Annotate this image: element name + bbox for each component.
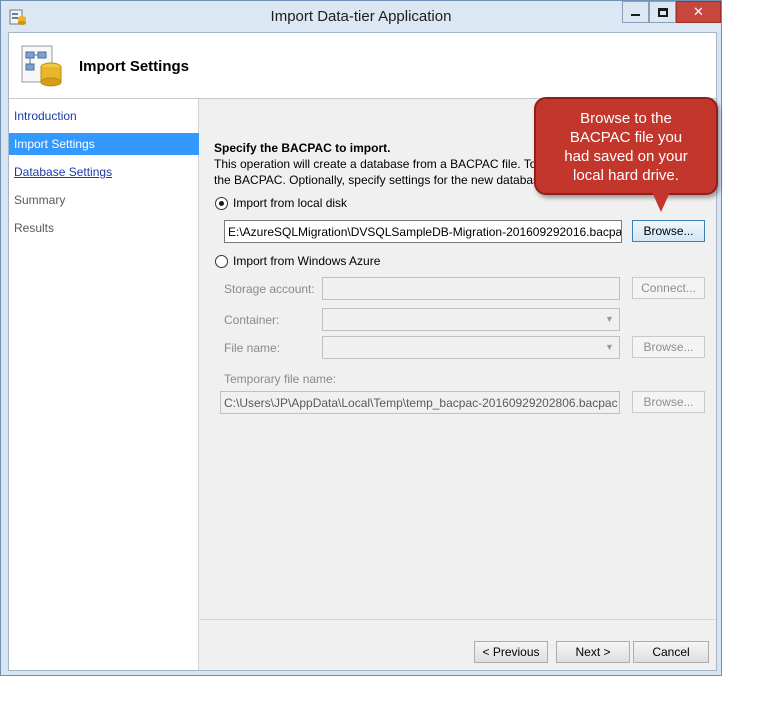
previous-button[interactable]: < Previous: [474, 641, 548, 663]
file-name-select[interactable]: ▼: [322, 336, 620, 359]
local-disk-label[interactable]: Import from local disk: [233, 196, 347, 210]
local-disk-radio[interactable]: [215, 197, 228, 210]
nav-item-database-settings[interactable]: Database Settings: [9, 161, 199, 183]
nav-item-results: Results: [9, 217, 199, 239]
close-button[interactable]: ✕: [676, 1, 721, 23]
callout-text: Browse to the BACPAC file you had saved …: [564, 110, 688, 184]
nav-item-import-settings[interactable]: Import Settings: [9, 133, 199, 155]
description-line-2: the BACPAC. Optionally, specify settings…: [214, 173, 540, 187]
minimize-button[interactable]: [622, 1, 649, 23]
cancel-button[interactable]: Cancel: [633, 641, 709, 663]
callout-pointer: [652, 192, 670, 212]
chevron-down-icon: ▼: [605, 314, 614, 324]
nav-item-label: Results: [14, 221, 55, 235]
container-label: Container:: [224, 313, 280, 327]
torn-edge-bottom: [0, 676, 759, 704]
header-band: Import Settings: [9, 33, 716, 99]
nav-item-label: Introduction: [14, 109, 77, 123]
browse-azure-button[interactable]: Browse...: [632, 336, 705, 358]
browse-local-button[interactable]: Browse...: [632, 220, 705, 242]
nav-item-label: Summary: [14, 193, 66, 207]
temp-file-input[interactable]: C:\Users\JP\AppData\Local\Temp\temp_bacp…: [220, 391, 620, 414]
close-icon: ✕: [693, 4, 704, 19]
azure-label[interactable]: Import from Windows Azure: [233, 254, 380, 268]
window-title: Import Data-tier Application: [270, 8, 452, 25]
connect-button[interactable]: Connect...: [632, 277, 705, 299]
nav-item-summary: Summary: [9, 189, 199, 211]
database-wizard-icon: [21, 45, 62, 87]
browse-temp-button[interactable]: Browse...: [632, 391, 705, 413]
bacpac-path-input[interactable]: E:\AzureSQLMigration\DVSQLSampleDB-Migra…: [224, 220, 622, 243]
torn-edge-right: [722, 0, 759, 704]
minimize-icon: [631, 14, 640, 16]
maximize-button[interactable]: [649, 1, 676, 23]
next-button[interactable]: Next >: [556, 641, 630, 663]
section-title: Specify the BACPAC to import.: [214, 141, 391, 155]
maximize-icon: [657, 7, 668, 17]
azure-radio[interactable]: [215, 255, 228, 268]
wizard-footer: < Previous Next > Cancel: [200, 619, 716, 670]
container-select[interactable]: ▼: [322, 308, 620, 331]
callout-annotation: Browse to the BACPAC file you had saved …: [534, 97, 718, 195]
nav-item-introduction[interactable]: Introduction: [9, 105, 199, 127]
storage-account-label: Storage account:: [224, 282, 315, 296]
nav-item-label: Database Settings: [14, 165, 113, 179]
temp-file-label: Temporary file name:: [224, 372, 337, 386]
nav-item-label: Import Settings: [14, 137, 95, 151]
file-name-label: File name:: [224, 341, 281, 355]
wizard-nav: Introduction Import Settings Database Se…: [9, 99, 199, 670]
chevron-down-icon: ▼: [605, 342, 614, 352]
page-title: Import Settings: [79, 58, 190, 75]
storage-account-input[interactable]: [322, 277, 620, 300]
description-line-1: This operation will create a database fr…: [214, 157, 546, 171]
title-bar[interactable]: Import Data-tier Application ✕: [1, 1, 721, 32]
